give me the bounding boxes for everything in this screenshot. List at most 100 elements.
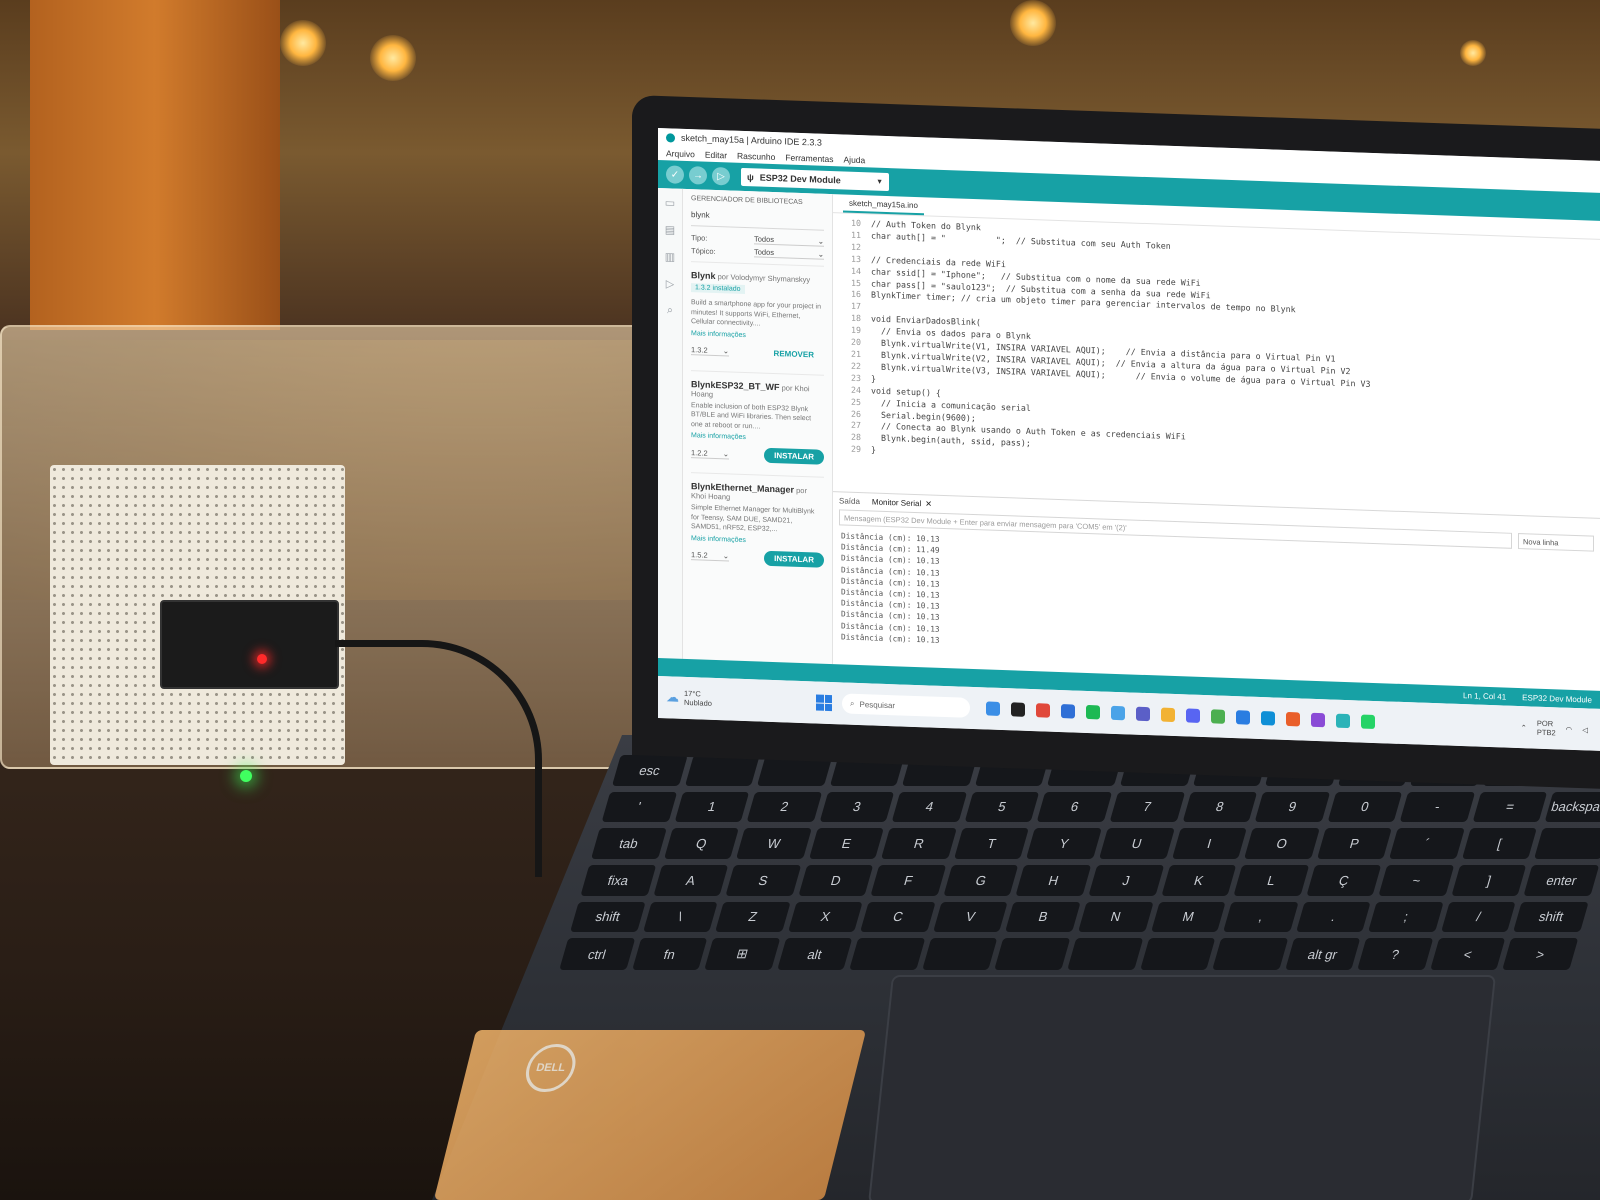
app-icon[interactable] bbox=[1136, 706, 1150, 722]
keyboard-key[interactable] bbox=[849, 938, 926, 970]
menu-ajuda[interactable]: Ajuda bbox=[844, 154, 866, 165]
keyboard-key[interactable]: Z bbox=[715, 901, 791, 933]
keyboard-key[interactable] bbox=[1534, 828, 1600, 859]
keyboard-key[interactable]: Y bbox=[1026, 828, 1102, 859]
chevron-up-icon[interactable]: ⌃ bbox=[1521, 723, 1527, 732]
keyboard-key[interactable]: 8 bbox=[1182, 791, 1258, 823]
keyboard-key[interactable]: ' bbox=[601, 791, 677, 823]
keyboard-key[interactable]: alt gr bbox=[1284, 938, 1361, 970]
library-search-input[interactable]: blynk bbox=[691, 210, 824, 231]
keyboard-key[interactable]: 9 bbox=[1254, 791, 1331, 823]
menu-ferramentas[interactable]: Ferramentas bbox=[785, 152, 833, 164]
keyboard-key[interactable]: C bbox=[860, 901, 936, 933]
app-icon[interactable] bbox=[986, 701, 1000, 716]
keyboard-key[interactable]: 5 bbox=[964, 791, 1040, 823]
type-select[interactable]: Todos ⌄ bbox=[754, 234, 824, 247]
keyboard-key[interactable]: shift bbox=[1513, 901, 1589, 933]
board-selector[interactable]: ψ ESP32 Dev Module ▼ bbox=[741, 167, 889, 192]
app-icon[interactable] bbox=[1061, 704, 1075, 719]
language-indicator[interactable]: POR PTB2 bbox=[1537, 719, 1556, 738]
keyboard-key[interactable]: esc bbox=[612, 755, 688, 786]
keyboard-key[interactable]: N bbox=[1077, 901, 1154, 933]
keyboard-key[interactable]: S bbox=[725, 864, 801, 896]
code-editor[interactable]: 10// Auth Token do Blynk 11 char auth[] = … bbox=[833, 213, 1600, 518]
keyboard-key[interactable]: O bbox=[1244, 828, 1320, 859]
keyboard-key[interactable]: / bbox=[1440, 901, 1517, 933]
weather-widget[interactable]: ☁ 17°C Nublado bbox=[658, 688, 796, 711]
keyboard-key[interactable]: fixa bbox=[580, 864, 656, 896]
close-icon[interactable]: ✕ bbox=[925, 499, 932, 508]
taskbar-search[interactable]: ⌕ Pesquisar bbox=[842, 693, 970, 718]
menu-editar[interactable]: Editar bbox=[705, 150, 727, 161]
install-button[interactable]: INSTALAR bbox=[764, 550, 824, 568]
keyboard-key[interactable]: \ bbox=[642, 901, 718, 933]
keyboard-key[interactable]: ; bbox=[1368, 901, 1444, 933]
folder-icon[interactable]: ▭ bbox=[665, 196, 675, 209]
keyboard-key[interactable]: 0 bbox=[1327, 791, 1403, 823]
topic-select[interactable]: Todos ⌄ bbox=[754, 247, 824, 260]
version-select[interactable]: 1.2.2 ⌄ bbox=[691, 447, 729, 459]
volume-icon[interactable]: ◁ bbox=[1582, 725, 1588, 734]
app-icon[interactable] bbox=[1336, 713, 1350, 729]
keyboard-key[interactable]: alt bbox=[776, 938, 853, 970]
keyboard-key[interactable]: ~ bbox=[1378, 864, 1455, 896]
app-icon[interactable] bbox=[1161, 707, 1175, 723]
keyboard-key[interactable]: ctrl bbox=[559, 938, 635, 970]
tab-serial-monitor[interactable]: Monitor Serial ✕ bbox=[872, 497, 932, 508]
keyboard-key[interactable] bbox=[1067, 938, 1143, 970]
keyboard-key[interactable]: F bbox=[870, 864, 947, 896]
keyboard-key[interactable] bbox=[994, 938, 1071, 970]
keyboard-key[interactable]: tab bbox=[591, 828, 667, 859]
app-icon[interactable] bbox=[1361, 714, 1375, 730]
keyboard-key[interactable]: P bbox=[1316, 828, 1393, 859]
app-icon[interactable] bbox=[1236, 710, 1250, 725]
keyboard-key[interactable]: ´ bbox=[1389, 828, 1465, 859]
keyboard-key[interactable]: L bbox=[1233, 864, 1309, 896]
keyboard-key[interactable]: ] bbox=[1451, 864, 1527, 896]
keyboard-key[interactable]: K bbox=[1161, 864, 1237, 896]
app-icon[interactable] bbox=[1311, 712, 1325, 728]
search-icon[interactable]: ⌕ bbox=[667, 304, 673, 317]
more-info-link[interactable]: Mais informações bbox=[691, 432, 824, 444]
upload-button[interactable]: → bbox=[689, 166, 707, 185]
keyboard-key[interactable]: . bbox=[1295, 901, 1372, 933]
tab-output[interactable]: Saída bbox=[839, 496, 860, 506]
app-icon[interactable] bbox=[1261, 711, 1275, 726]
keyboard-key[interactable]: 1 bbox=[674, 791, 750, 823]
keyboard-key[interactable] bbox=[1212, 938, 1288, 970]
verify-button[interactable]: ✓ bbox=[666, 165, 684, 184]
keyboard-key[interactable]: 2 bbox=[746, 791, 823, 823]
install-button[interactable]: INSTALAR bbox=[764, 447, 824, 465]
keyboard-key[interactable] bbox=[1139, 938, 1216, 970]
keyboard-key[interactable]: shift bbox=[569, 901, 646, 933]
keyboard-key[interactable]: < bbox=[1430, 938, 1506, 970]
keyboard-key[interactable]: backspace bbox=[1544, 791, 1600, 823]
wifi-icon[interactable]: ◠ bbox=[1566, 724, 1573, 733]
keyboard-key[interactable]: D bbox=[798, 864, 874, 896]
keyboard-key[interactable]: 4 bbox=[891, 791, 968, 823]
menu-arquivo[interactable]: Arquivo bbox=[666, 148, 695, 159]
keyboard-key[interactable]: U bbox=[1098, 828, 1175, 859]
version-select[interactable]: 1.3.2 ⌄ bbox=[691, 345, 729, 357]
version-select[interactable]: 1.5.2 ⌄ bbox=[691, 550, 729, 562]
debug-button[interactable]: ▷ bbox=[712, 166, 730, 186]
keyboard-key[interactable]: X bbox=[787, 901, 864, 933]
keyboard-key[interactable]: E bbox=[808, 828, 885, 859]
keyboard-key[interactable]: H bbox=[1015, 864, 1092, 896]
keyboard-key[interactable]: V bbox=[932, 901, 1009, 933]
keyboard-key[interactable]: I bbox=[1171, 828, 1247, 859]
keyboard-key[interactable]: ⊞ bbox=[704, 938, 780, 970]
debug-side-icon[interactable]: ▷ bbox=[666, 277, 674, 290]
boards-icon[interactable]: ▤ bbox=[665, 223, 675, 236]
more-info-link[interactable]: Mais informações bbox=[691, 330, 824, 342]
app-icon[interactable] bbox=[1211, 709, 1225, 724]
remove-button[interactable]: REMOVER bbox=[764, 345, 824, 362]
keyboard-key[interactable]: fn bbox=[631, 938, 708, 970]
keyboard-key[interactable]: 6 bbox=[1036, 791, 1113, 823]
keyboard-key[interactable]: Q bbox=[663, 828, 739, 859]
keyboard-key[interactable]: 7 bbox=[1109, 791, 1185, 823]
app-icon[interactable] bbox=[1086, 704, 1100, 720]
keyboard-key[interactable]: 3 bbox=[819, 791, 895, 823]
keyboard-key[interactable]: R bbox=[881, 828, 957, 859]
app-icon[interactable] bbox=[1286, 711, 1300, 727]
